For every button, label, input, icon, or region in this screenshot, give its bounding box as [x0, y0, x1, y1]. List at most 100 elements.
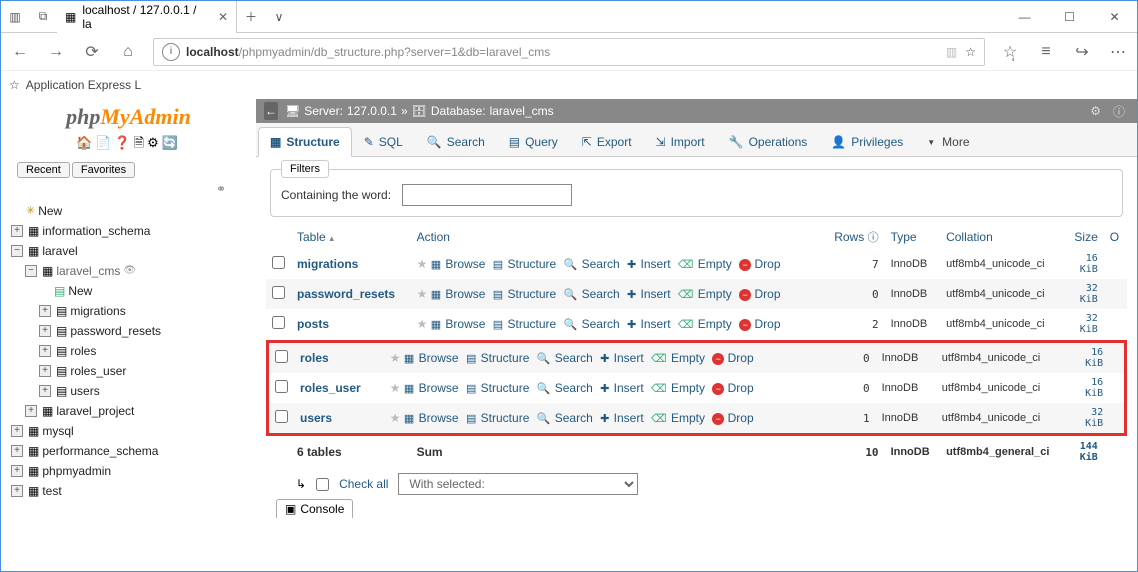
tab-search[interactable]: 🔍Search: [415, 127, 497, 156]
tab-query[interactable]: ▤Query: [497, 127, 570, 156]
tree-db[interactable]: laravel_project: [56, 401, 134, 421]
reading-list-icon[interactable]: ⧉: [29, 3, 57, 31]
tab-operations[interactable]: 🔧Operations: [717, 127, 820, 156]
browse-link[interactable]: ▦ Browse: [404, 381, 459, 395]
close-window-icon[interactable]: ✕: [1092, 2, 1137, 32]
insert-link[interactable]: ✚ Insert: [627, 317, 671, 331]
structure-link[interactable]: ▤ Structure: [466, 351, 529, 365]
tree-table[interactable]: migrations: [70, 301, 125, 321]
row-checkbox[interactable]: [275, 410, 288, 423]
search-link[interactable]: 🔍 Search: [537, 381, 593, 395]
col-size[interactable]: Size: [1074, 230, 1097, 244]
empty-link[interactable]: ⌫ Empty: [651, 351, 705, 365]
row-checkbox[interactable]: [275, 380, 288, 393]
search-link[interactable]: 🔍 Search: [564, 317, 620, 331]
favorite-star-icon[interactable]: ★: [390, 351, 401, 365]
search-link[interactable]: 🔍 Search: [564, 287, 620, 301]
close-tab-icon[interactable]: ✕: [218, 10, 228, 24]
recent-button[interactable]: Recent: [17, 162, 70, 178]
drop-link[interactable]: − Drop: [739, 287, 780, 301]
table-name-link[interactable]: migrations: [297, 257, 358, 271]
tree-table[interactable]: password_resets: [70, 321, 161, 341]
drop-link[interactable]: − Drop: [712, 381, 753, 395]
empty-link[interactable]: ⌫ Empty: [678, 257, 732, 271]
bookmark-item[interactable]: Application Express L: [26, 78, 141, 92]
favorite-star-icon[interactable]: ★: [390, 411, 401, 425]
col-table[interactable]: Table: [297, 230, 326, 244]
sidebar-toggle-icon[interactable]: ▥: [1, 3, 29, 31]
empty-link[interactable]: ⌫ Empty: [651, 381, 705, 395]
tab-sql[interactable]: ✎SQL: [352, 127, 415, 156]
structure-link[interactable]: ▤ Structure: [493, 287, 556, 301]
new-tab-icon[interactable]: ＋: [237, 3, 265, 31]
collapse-all-icon[interactable]: ⚭: [1, 182, 256, 199]
favorites-button[interactable]: Favorites: [72, 162, 135, 178]
back-icon[interactable]: ←: [9, 43, 31, 61]
tree-db[interactable]: phpmyadmin: [42, 461, 111, 481]
empty-link[interactable]: ⌫ Empty: [678, 287, 732, 301]
tree-table[interactable]: roles: [70, 341, 96, 361]
check-all-checkbox[interactable]: [316, 478, 329, 491]
browse-link[interactable]: ▦ Browse: [404, 411, 459, 425]
filter-input[interactable]: [402, 184, 572, 206]
url-input[interactable]: i localhost/phpmyadmin/db_structure.php?…: [153, 38, 985, 66]
pma-quick-icons[interactable]: 🏠📄❓🗎⚙🔄: [1, 132, 256, 160]
structure-link[interactable]: ▤ Structure: [466, 381, 529, 395]
browse-link[interactable]: ▦ Browse: [431, 317, 486, 331]
structure-link[interactable]: ▤ Structure: [493, 317, 556, 331]
favorite-star-icon[interactable]: ★: [390, 381, 401, 395]
with-selected-dropdown[interactable]: With selected:: [398, 473, 638, 495]
tab-more[interactable]: ▼More: [915, 127, 981, 156]
hub-icon[interactable]: ≡: [1035, 43, 1057, 61]
tab-export[interactable]: ⇱Export: [570, 127, 644, 156]
col-type[interactable]: Type: [891, 230, 917, 244]
drop-link[interactable]: − Drop: [739, 257, 780, 271]
tree-db[interactable]: information_schema: [42, 221, 150, 241]
structure-link[interactable]: ▤ Structure: [493, 257, 556, 271]
expand-icon[interactable]: +: [11, 225, 23, 237]
insert-link[interactable]: ✚ Insert: [600, 411, 644, 425]
maximize-icon[interactable]: ☐: [1047, 2, 1092, 32]
forward-icon[interactable]: →: [45, 43, 67, 61]
crumb-db[interactable]: laravel_cms: [490, 104, 554, 118]
browse-link[interactable]: ▦ Browse: [431, 287, 486, 301]
drop-link[interactable]: − Drop: [712, 411, 753, 425]
table-name-link[interactable]: posts: [297, 317, 329, 331]
col-rows[interactable]: Rows: [834, 230, 864, 244]
drop-link[interactable]: − Drop: [712, 351, 753, 365]
insert-link[interactable]: ✚ Insert: [627, 287, 671, 301]
browse-link[interactable]: ▦ Browse: [404, 351, 459, 365]
tree-new-table[interactable]: New: [68, 281, 92, 301]
row-checkbox[interactable]: [272, 316, 285, 329]
tab-structure[interactable]: ▦Structure: [258, 127, 352, 157]
favorite-star-icon[interactable]: ★: [417, 287, 428, 301]
row-checkbox[interactable]: [275, 350, 288, 363]
tree-db[interactable]: laravel: [42, 241, 77, 261]
tab-import[interactable]: ⇲Import: [644, 127, 717, 156]
browser-tab[interactable]: ▦ localhost / 127.0.0.1 / la ✕: [57, 1, 237, 33]
tree-table[interactable]: users: [70, 381, 99, 401]
favorite-icon[interactable]: ☆: [965, 45, 976, 59]
tab-privileges[interactable]: 👤Privileges: [819, 127, 915, 156]
col-collation[interactable]: Collation: [946, 230, 993, 244]
tab-menu-icon[interactable]: ∨: [265, 3, 293, 31]
insert-link[interactable]: ✚ Insert: [600, 351, 644, 365]
empty-link[interactable]: ⌫ Empty: [651, 411, 705, 425]
nav-panel-toggle[interactable]: ←: [264, 102, 278, 120]
search-link[interactable]: 🔍 Search: [564, 257, 620, 271]
favorite-star-icon[interactable]: ★: [417, 257, 428, 271]
favorite-star-icon[interactable]: ★: [417, 317, 428, 331]
empty-link[interactable]: ⌫ Empty: [678, 317, 732, 331]
browse-link[interactable]: ▦ Browse: [431, 257, 486, 271]
row-checkbox[interactable]: [272, 256, 285, 269]
insert-link[interactable]: ✚ Insert: [600, 381, 644, 395]
table-name-link[interactable]: roles_user: [300, 381, 361, 395]
search-link[interactable]: 🔍 Search: [537, 411, 593, 425]
home-icon[interactable]: ⌂: [117, 43, 139, 61]
search-link[interactable]: 🔍 Search: [537, 351, 593, 365]
collapse-icon[interactable]: −: [11, 245, 23, 257]
reading-mode-icon[interactable]: ▥: [946, 45, 957, 59]
tree-db-current[interactable]: laravel_cms: [56, 261, 120, 281]
insert-link[interactable]: ✚ Insert: [627, 257, 671, 271]
tree-db[interactable]: test: [42, 481, 61, 501]
